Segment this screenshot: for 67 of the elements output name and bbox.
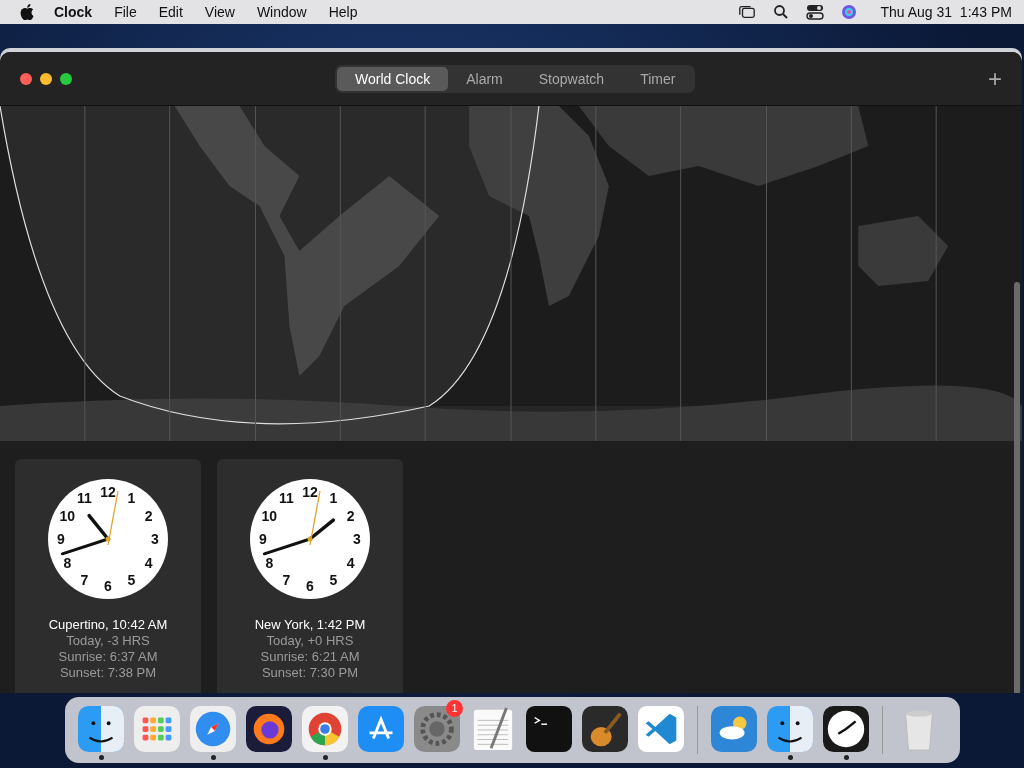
dial-numeral: 10: [261, 507, 278, 524]
sunset-time: Sunset: 7:38 PM: [59, 665, 157, 681]
sunset-time: Sunset: 7:30 PM: [261, 665, 359, 681]
tab[interactable]: Alarm: [448, 67, 521, 91]
control-center-icon[interactable]: [806, 4, 825, 20]
dial-numeral: 8: [63, 554, 72, 571]
dial-numeral: 7: [80, 571, 89, 588]
cloud-sun-icon[interactable]: [711, 706, 757, 752]
terminal-icon[interactable]: [526, 706, 572, 752]
dial-numeral: 6: [104, 578, 112, 594]
dial-numeral: 5: [127, 571, 136, 588]
menu-item[interactable]: View: [204, 4, 235, 20]
hour-hand: [87, 513, 110, 541]
dial-numeral: 12: [302, 484, 318, 500]
time-offset: Today, +0 HRS: [266, 633, 354, 649]
menu-item[interactable]: Window: [256, 4, 307, 20]
dial-numeral: 3: [353, 531, 361, 547]
close-button[interactable]: [20, 72, 32, 85]
dial-numeral: 11: [77, 490, 92, 507]
dial-numeral: 4: [346, 554, 355, 571]
minimize-button[interactable]: [40, 72, 52, 85]
windows-icon[interactable]: [738, 4, 757, 20]
zoom-button[interactable]: [60, 72, 72, 85]
compass-icon[interactable]: [190, 706, 236, 752]
dial-numeral: 11: [279, 490, 294, 507]
grid-icon[interactable]: [134, 706, 180, 752]
city-time: New York, 1:42 PM: [254, 617, 366, 633]
dial-numeral: 3: [151, 531, 159, 547]
menu-item[interactable]: File: [114, 4, 137, 20]
dial-numeral: 10: [59, 507, 76, 524]
tab[interactable]: Stopwatch: [520, 67, 623, 91]
face-icon[interactable]: [767, 706, 813, 752]
dial-numeral: 2: [346, 507, 355, 524]
tab[interactable]: World Clock: [337, 67, 449, 91]
notification-badge: 1: [446, 700, 463, 717]
add-button[interactable]: +: [984, 64, 1006, 93]
dial-numeral: 12: [100, 484, 116, 500]
apple-logo-icon[interactable]: [20, 4, 34, 20]
city-time: Cupertino, 10:42 AM: [48, 617, 168, 633]
guitar-icon[interactable]: [582, 706, 628, 752]
app-menu[interactable]: Clock: [54, 4, 93, 20]
gear-icon[interactable]: [414, 706, 460, 752]
dial-numeral: 9: [57, 531, 65, 547]
siri-icon[interactable]: [840, 4, 859, 20]
time-offset: Today, -3 HRS: [66, 633, 150, 649]
dial-numeral: 5: [329, 571, 338, 588]
menu-item[interactable]: Help: [328, 4, 358, 20]
circle-logo-icon[interactable]: [302, 706, 348, 752]
sunrise-time: Sunrise: 6:37 AM: [58, 649, 158, 665]
clock-icon[interactable]: [823, 706, 869, 752]
dial-numeral: 2: [144, 507, 153, 524]
hour-hand: [308, 518, 336, 541]
dial-numeral: 1: [329, 490, 338, 507]
date-time[interactable]: Thu Aug 31 1:43 PM: [880, 4, 1012, 20]
dial-numeral: 7: [282, 571, 291, 588]
letter-a-icon[interactable]: [358, 706, 404, 752]
dial-numeral: 4: [144, 554, 153, 571]
dial-numeral: 8: [265, 554, 274, 571]
scrollbar[interactable]: [1014, 282, 1020, 693]
tab[interactable]: Timer: [622, 67, 694, 91]
dial-numeral: 9: [259, 531, 267, 547]
dial-numeral: 1: [127, 490, 136, 507]
dial-numeral: 6: [306, 578, 314, 594]
face-icon[interactable]: [78, 706, 124, 752]
menu-item[interactable]: Edit: [158, 4, 183, 20]
code-editor-icon[interactable]: [638, 706, 684, 752]
sunrise-time: Sunrise: 6:21 AM: [260, 649, 360, 665]
